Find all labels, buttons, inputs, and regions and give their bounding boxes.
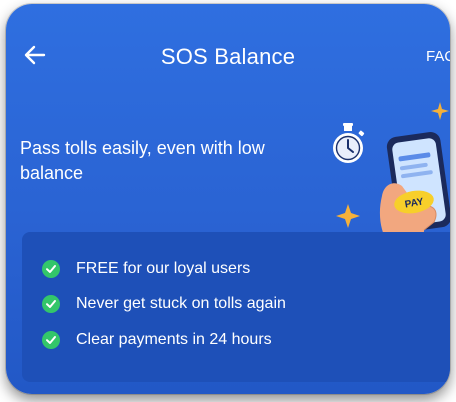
faq-link[interactable]: FAQ [426, 48, 450, 65]
benefit-text: Clear payments in 24 hours [76, 331, 272, 348]
benefits-panel: FREE for our loyal users Never get stuck… [22, 232, 450, 382]
benefit-text: Never get stuck on tolls again [76, 295, 286, 312]
stopwatch-icon [333, 123, 365, 163]
benefit-item: Clear payments in 24 hours [42, 329, 272, 351]
benefit-text: FREE for our loyal users [76, 260, 251, 277]
hero-text: Pass tolls easily, even with low balance [20, 138, 265, 183]
benefit-item: Never get stuck on tolls again [42, 293, 286, 315]
check-circle-icon [42, 331, 60, 349]
benefit-item: FREE for our loyal users [42, 258, 250, 280]
check-circle-icon [42, 260, 60, 278]
page-title: SOS Balance [160, 44, 296, 69]
sos-balance-screen: SOS Balance FAQ Pass tolls easily, even … [6, 4, 450, 394]
sparkle-icon [336, 204, 360, 228]
sparkle-icon [431, 102, 449, 120]
header-bar: SOS Balance FAQ [6, 4, 450, 104]
check-circle-icon [42, 295, 60, 313]
phone-pay-illustration: PAY [322, 100, 450, 240]
